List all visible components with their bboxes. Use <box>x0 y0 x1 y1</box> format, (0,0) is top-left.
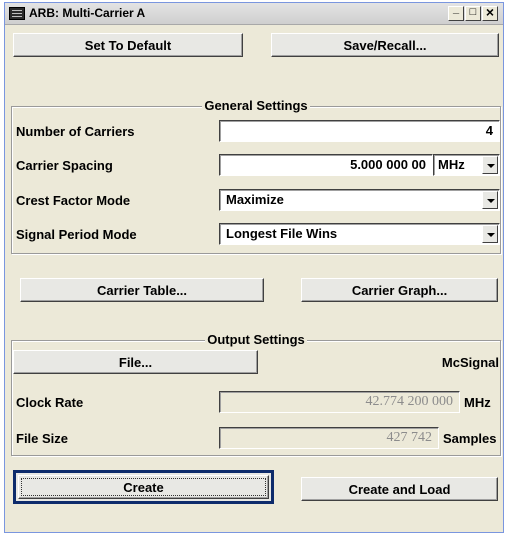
file-size-label: File Size <box>16 431 69 446</box>
app-window-icon <box>9 7 25 20</box>
clock-rate-unit: MHz <box>464 395 491 410</box>
crest-factor-mode-select[interactable]: Maximize <box>219 189 500 211</box>
signal-period-mode-value: Longest File Wins <box>226 226 338 241</box>
carrier-spacing-unit: MHz <box>438 157 465 172</box>
output-settings-legend: Output Settings <box>205 332 307 347</box>
carrier-spacing-unit-select[interactable]: MHz <box>433 154 500 176</box>
general-settings-legend: General Settings <box>202 98 310 113</box>
signal-period-mode-label: Signal Period Mode <box>16 227 137 242</box>
create-button-focus-frame: Create <box>13 470 274 504</box>
output-file-name: McSignal <box>441 355 499 370</box>
carrier-spacing-input[interactable]: 5.000 000 00 <box>219 154 433 176</box>
create-button[interactable]: Create <box>18 475 269 499</box>
file-size-value: 427 742 <box>219 427 439 449</box>
maximize-button[interactable] <box>465 6 481 21</box>
title-bar[interactable]: ARB: Multi-Carrier A <box>5 3 503 25</box>
clock-rate-value: 42.774 200 000 <box>219 391 460 413</box>
arb-multicarrier-window: ARB: Multi-Carrier A Set To Default Save… <box>4 2 504 533</box>
minimize-button[interactable] <box>448 3 464 21</box>
crest-factor-mode-value: Maximize <box>226 192 284 207</box>
set-to-default-button[interactable]: Set To Default <box>13 33 243 57</box>
carrier-spacing-label: Carrier Spacing <box>16 158 113 173</box>
carrier-graph-button[interactable]: Carrier Graph... <box>301 278 498 302</box>
close-button[interactable] <box>482 4 498 21</box>
chevron-down-icon[interactable] <box>482 156 498 174</box>
number-of-carriers-input[interactable]: 4 <box>219 120 500 142</box>
carrier-table-button[interactable]: Carrier Table... <box>20 278 264 302</box>
create-and-load-button[interactable]: Create and Load <box>301 477 498 501</box>
signal-period-mode-select[interactable]: Longest File Wins <box>219 223 500 245</box>
number-of-carriers-label: Number of Carriers <box>16 124 135 139</box>
chevron-down-icon[interactable] <box>482 225 498 243</box>
save-recall-button[interactable]: Save/Recall... <box>271 33 499 57</box>
file-size-unit: Samples <box>443 431 497 446</box>
file-button[interactable]: File... <box>13 350 258 374</box>
window-title: ARB: Multi-Carrier A <box>29 6 146 20</box>
clock-rate-label: Clock Rate <box>16 395 84 410</box>
chevron-down-icon[interactable] <box>482 191 498 209</box>
crest-factor-mode-label: Crest Factor Mode <box>16 193 131 208</box>
